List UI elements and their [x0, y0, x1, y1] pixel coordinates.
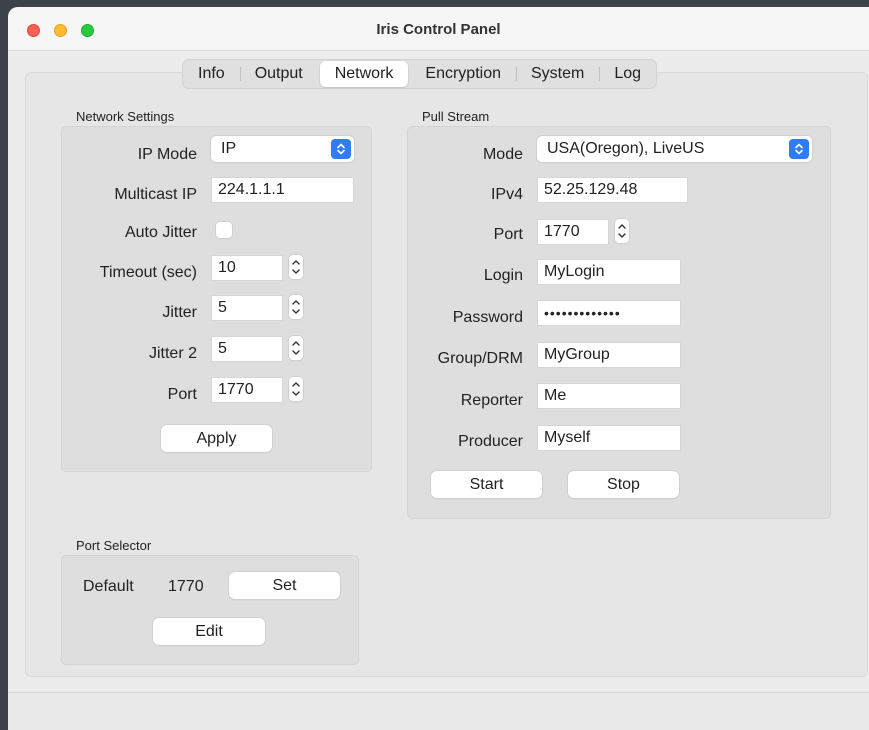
tab-bar: Info Output Network Encryption System Lo…	[182, 59, 658, 89]
popup-chevrons-icon	[789, 139, 809, 159]
default-label: Default	[83, 578, 134, 595]
port-label: Port	[167, 386, 197, 403]
stream-port-field[interactable]: 1770	[537, 219, 609, 245]
tab-output[interactable]: Output	[239, 61, 318, 87]
reporter-label: Reporter	[460, 392, 523, 409]
desktop-edge	[0, 7, 8, 730]
edit-button[interactable]: Edit	[153, 618, 265, 645]
default-port-value: 1770	[168, 578, 204, 595]
stream-port-label: Port	[493, 226, 523, 243]
auto-jitter-label: Auto Jitter	[124, 224, 197, 241]
group-drm-field[interactable]: MyGroup	[537, 342, 681, 368]
jitter-stepper[interactable]	[289, 295, 303, 319]
port-field[interactable]: 1770	[211, 377, 283, 403]
window-footer	[8, 692, 869, 730]
timeout-stepper[interactable]	[289, 255, 303, 279]
reporter-field[interactable]: Me	[537, 383, 681, 409]
network-settings-label: Network Settings	[76, 109, 175, 124]
tab-network[interactable]: Network	[319, 61, 409, 87]
set-button[interactable]: Set	[229, 572, 340, 599]
login-label: Login	[483, 267, 523, 284]
port-selector-label: Port Selector	[76, 538, 152, 553]
auto-jitter-checkbox[interactable]	[216, 222, 232, 238]
password-field[interactable]: •••••••••••••	[537, 300, 681, 326]
timeout-field[interactable]: 10	[211, 255, 283, 281]
title-bar: Iris Control Panel	[8, 7, 869, 51]
login-field[interactable]: MyLogin	[537, 259, 681, 285]
ip-mode-label: IP Mode	[137, 146, 197, 163]
mode-popup[interactable]: USA(Oregon), LiveUS	[537, 136, 812, 162]
ipv4-field[interactable]: 52.25.129.48	[537, 177, 688, 203]
jitter-field[interactable]: 5	[211, 295, 283, 321]
jitter2-field[interactable]: 5	[211, 336, 283, 362]
start-button[interactable]: Start	[431, 471, 542, 498]
tab-log[interactable]: Log	[599, 61, 656, 87]
mode-label: Mode	[482, 146, 523, 163]
popup-chevrons-icon	[331, 139, 351, 159]
ip-mode-value: IP	[221, 140, 237, 157]
password-label: Password	[452, 309, 523, 326]
tab-encryption[interactable]: Encryption	[410, 61, 516, 87]
ipv4-label: IPv4	[490, 186, 523, 203]
group-drm-label: Group/DRM	[437, 350, 523, 367]
jitter2-label: Jitter 2	[148, 345, 197, 362]
multicast-ip-field[interactable]: 224.1.1.1	[211, 177, 354, 203]
apply-button[interactable]: Apply	[161, 425, 272, 452]
producer-field[interactable]: Myself	[537, 425, 681, 451]
stop-button[interactable]: Stop	[568, 471, 679, 498]
app-window: Iris Control Panel Info Output Network E…	[8, 7, 869, 730]
stream-port-stepper[interactable]	[615, 219, 629, 243]
port-stepper[interactable]	[289, 377, 303, 401]
pull-stream-label: Pull Stream	[422, 109, 490, 124]
producer-label: Producer	[458, 433, 523, 450]
tab-system[interactable]: System	[516, 61, 599, 87]
multicast-ip-label: Multicast IP	[114, 186, 197, 203]
timeout-label: Timeout (sec)	[99, 264, 197, 281]
ip-mode-popup[interactable]: IP	[211, 136, 354, 162]
mode-value: USA(Oregon), LiveUS	[547, 140, 705, 157]
window-title: Iris Control Panel	[376, 21, 501, 38]
jitter2-stepper[interactable]	[289, 336, 303, 360]
jitter-label: Jitter	[162, 304, 197, 321]
tab-info[interactable]: Info	[183, 61, 240, 87]
